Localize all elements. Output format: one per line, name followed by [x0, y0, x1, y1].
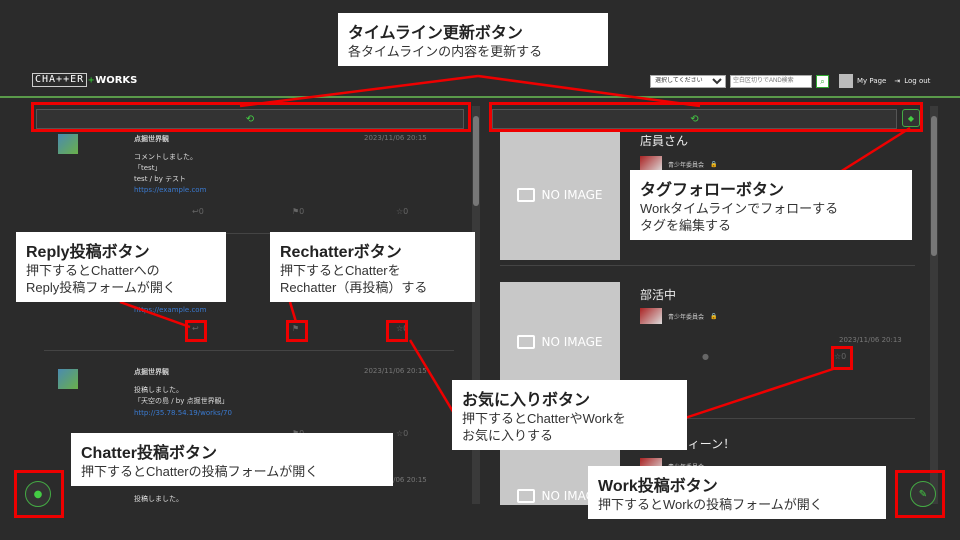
- highlight-work-refresh: [489, 102, 923, 132]
- note-refresh: タイムライン更新ボタン 各タイムラインの内容を更新する: [338, 13, 608, 66]
- highlight-favorite-work: [831, 346, 853, 370]
- highlight-rechatter: [286, 320, 308, 342]
- note-rechatter: Rechatterボタン 押下するとChatterを Rechatter（再投稿…: [270, 232, 475, 302]
- note-favorite: お気に入りボタン 押下するとChatterやWorkを お気に入りする: [452, 380, 687, 450]
- highlight-chatter-refresh: [31, 102, 471, 132]
- highlight-work-post: [895, 470, 945, 518]
- note-tag-follow: タグフォローボタン Workタイムラインでフォローする タグを編集する: [630, 170, 912, 240]
- note-chatter-post: Chatter投稿ボタン 押下するとChatterの投稿フォームが開く: [71, 433, 393, 486]
- highlight-chatter-post: [14, 470, 64, 518]
- note-work-post: Work投稿ボタン 押下するとWorkの投稿フォームが開く: [588, 466, 886, 519]
- highlight-favorite-chatter: [386, 320, 408, 342]
- highlight-reply: [185, 320, 207, 342]
- note-reply: Reply投稿ボタン 押下するとChatterへの Reply投稿フォームが開く: [16, 232, 226, 302]
